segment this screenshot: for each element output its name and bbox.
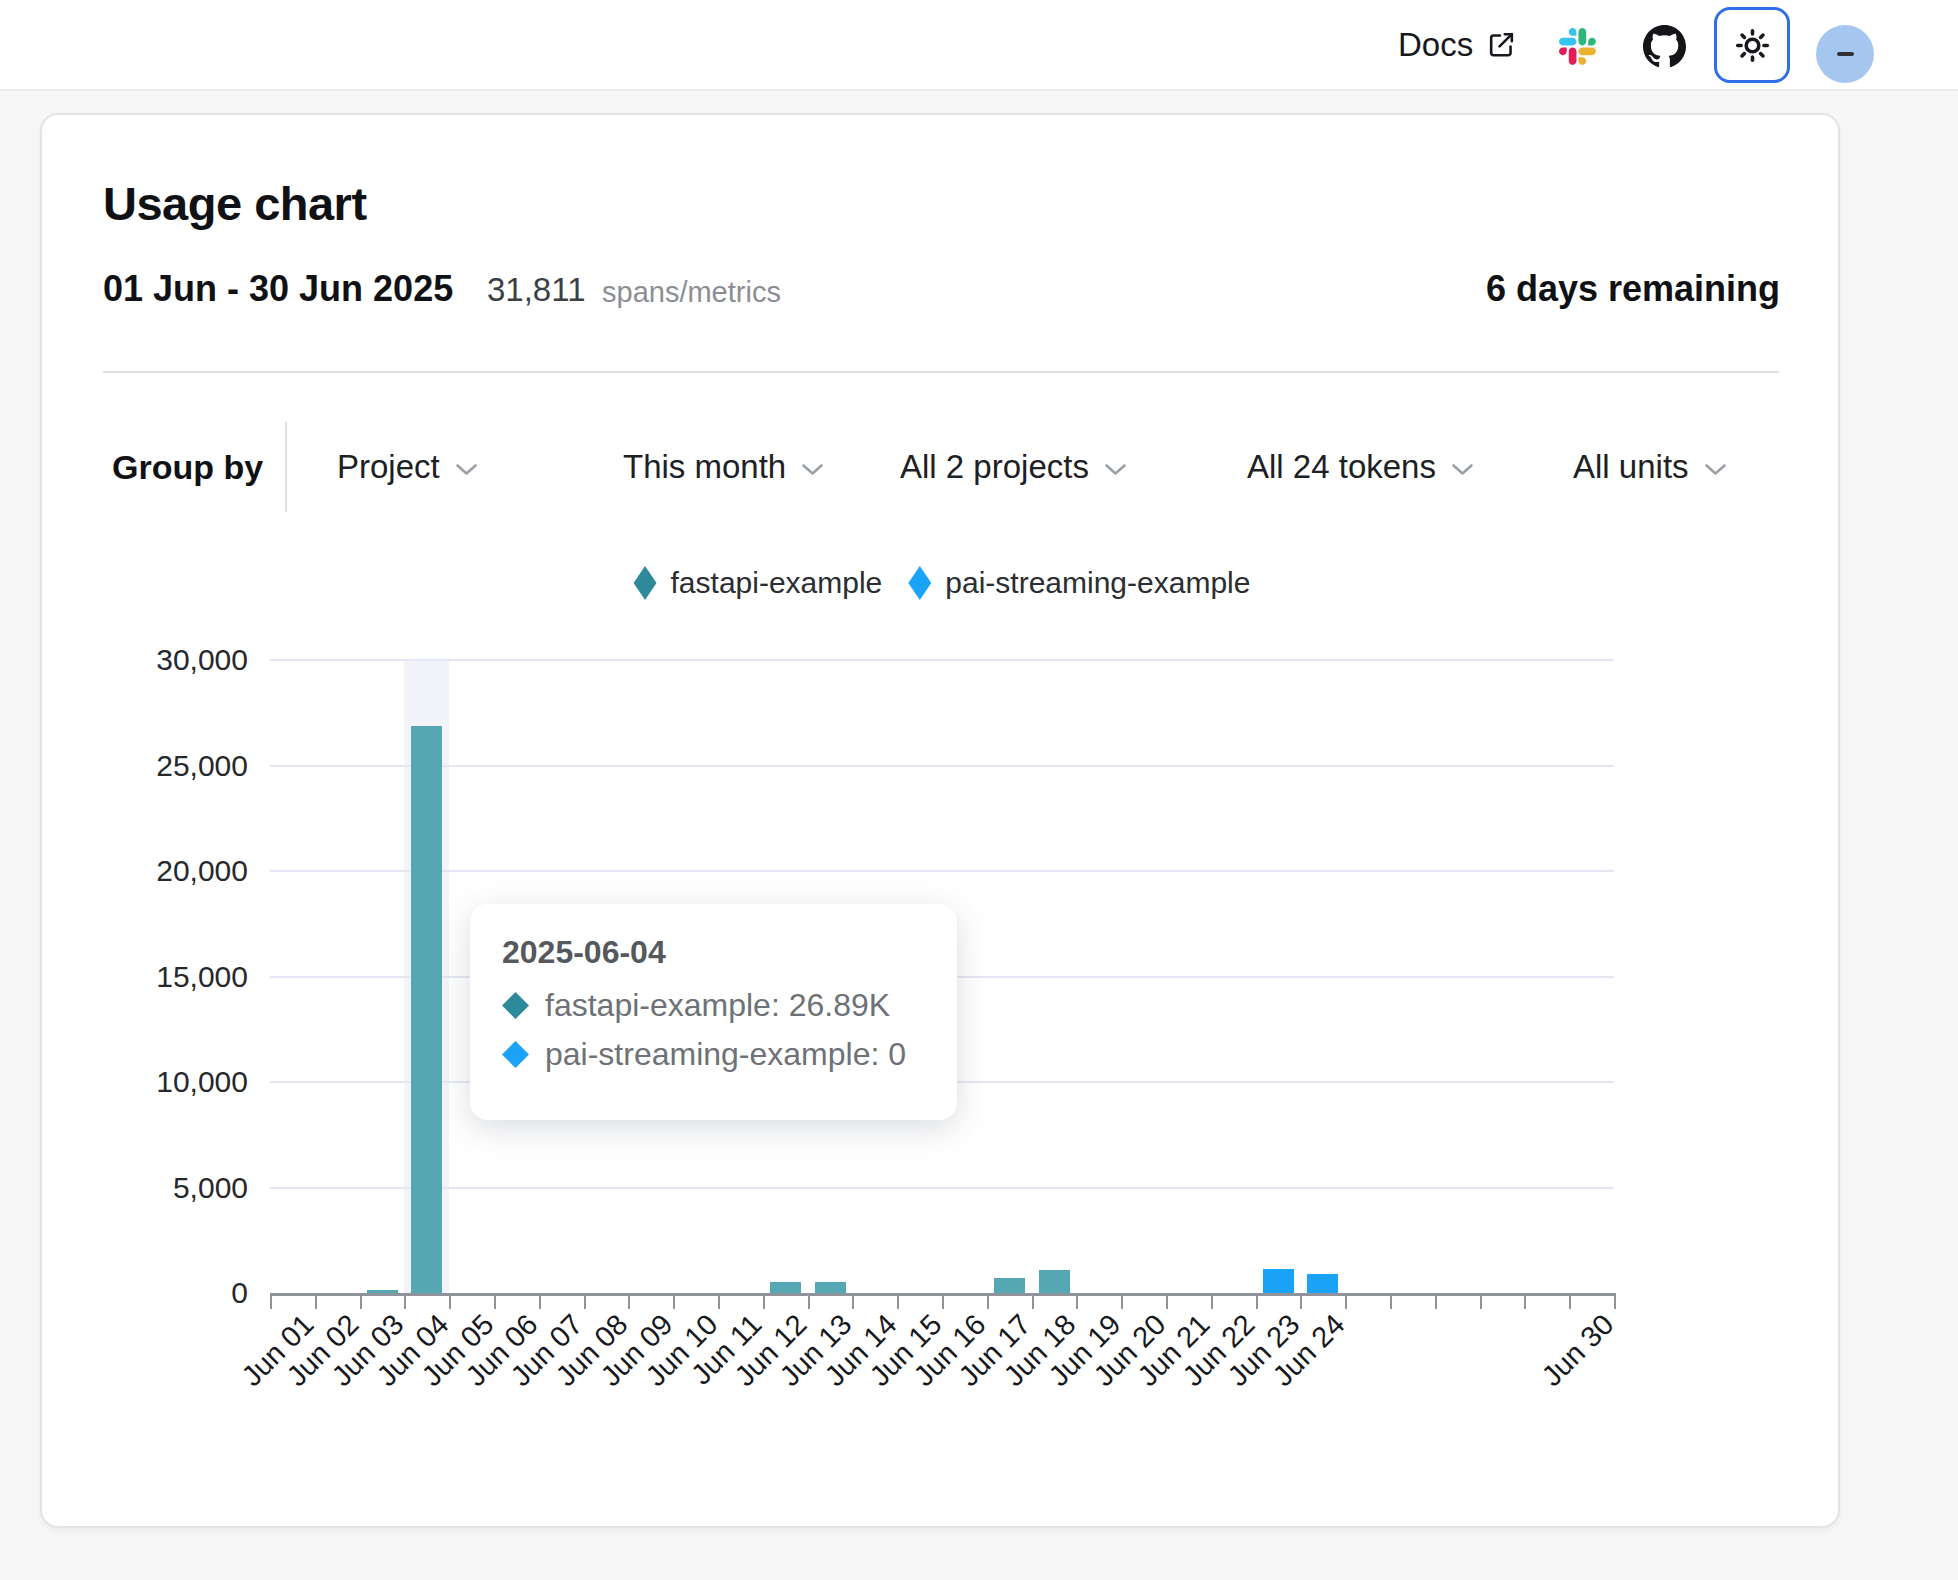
avatar-dash — [1837, 52, 1854, 56]
total-unit: spans/metrics — [602, 276, 781, 309]
docs-link[interactable]: Docs — [1398, 0, 1517, 89]
chevron-down-icon — [1451, 462, 1474, 477]
tooltip-row-text: pai-streaming-example: 0 — [545, 1036, 906, 1073]
gridline — [270, 659, 1614, 661]
x-axis-tick — [673, 1296, 675, 1309]
legend-item[interactable]: pai-streaming-example — [908, 566, 1250, 600]
bar-pai-streaming-example-23[interactable] — [1263, 1269, 1294, 1293]
bar-fastapi-example-4[interactable] — [411, 726, 442, 1293]
units-filter-dropdown[interactable]: All units — [1573, 448, 1727, 486]
sun-icon — [1734, 27, 1771, 64]
diamond-icon — [634, 566, 657, 600]
x-axis-tick — [987, 1296, 989, 1309]
dropdown-label: All 2 projects — [900, 448, 1089, 486]
x-axis-tick — [1076, 1296, 1078, 1309]
x-axis-tick — [494, 1296, 496, 1309]
tooltip-row-text: fastapi-example: 26.89K — [545, 987, 890, 1024]
github-icon[interactable] — [1642, 24, 1686, 68]
diamond-icon — [908, 566, 931, 600]
days-remaining: 6 days remaining — [1486, 268, 1780, 310]
total-count: 31,811 — [487, 271, 585, 309]
x-axis-tick — [852, 1296, 854, 1309]
x-axis-tick — [1614, 1296, 1616, 1309]
x-axis-tick — [315, 1296, 317, 1309]
group-by-label: Group by — [112, 448, 263, 487]
tooltip-row: pai-streaming-example: 0 — [502, 1036, 925, 1073]
x-axis-tick — [1435, 1296, 1437, 1309]
x-axis-tick — [808, 1296, 810, 1309]
legend-label: pai-streaming-example — [945, 566, 1250, 600]
chevron-down-icon — [1704, 462, 1727, 477]
bar-fastapi-example-17[interactable] — [994, 1278, 1025, 1293]
x-axis-tick — [942, 1296, 944, 1309]
x-axis-tick — [539, 1296, 541, 1309]
page: Docs — [0, 0, 1958, 1580]
bar-pai-streaming-example-24[interactable] — [1307, 1274, 1338, 1293]
y-axis-label: 30,000 — [118, 643, 248, 677]
y-axis-label: 0 — [118, 1276, 248, 1310]
x-axis-tick — [763, 1296, 765, 1309]
x-axis-tick — [360, 1296, 362, 1309]
top-nav: Docs — [0, 0, 1958, 91]
x-axis-tick — [270, 1296, 272, 1309]
projects-filter-dropdown[interactable]: All 2 projects — [900, 448, 1127, 486]
gridline — [270, 765, 1614, 767]
dropdown-label: All units — [1573, 448, 1689, 486]
legend-item[interactable]: fastapi-example — [634, 566, 883, 600]
x-axis-tick — [1211, 1296, 1213, 1309]
x-axis-tick — [1300, 1296, 1302, 1309]
x-axis-tick — [404, 1296, 406, 1309]
date-range: 01 Jun - 30 Jun 2025 — [103, 268, 453, 310]
chevron-down-icon — [1104, 462, 1127, 477]
gridline — [270, 870, 1614, 872]
divider — [103, 371, 1779, 373]
chevron-down-icon — [801, 462, 824, 477]
x-axis-tick — [897, 1296, 899, 1309]
diamond-icon — [502, 992, 529, 1019]
x-axis-tick — [1345, 1296, 1347, 1309]
x-axis-tick — [1166, 1296, 1168, 1309]
y-axis-label: 15,000 — [118, 960, 248, 994]
dropdown-label: All 24 tokens — [1247, 448, 1436, 486]
time-range-dropdown[interactable]: This month — [623, 448, 824, 486]
legend-label: fastapi-example — [671, 566, 883, 600]
group-by-project-dropdown[interactable]: Project — [337, 448, 478, 486]
bar-fastapi-example-18[interactable] — [1039, 1270, 1070, 1293]
usage-card — [40, 113, 1840, 1528]
x-axis-tick — [1569, 1296, 1571, 1309]
y-axis-label: 5,000 — [118, 1171, 248, 1205]
x-axis-tick — [628, 1296, 630, 1309]
bar-fastapi-example-13[interactable] — [815, 1282, 846, 1293]
y-axis-label: 10,000 — [118, 1065, 248, 1099]
x-axis-tick — [584, 1296, 586, 1309]
tooltip-date: 2025-06-04 — [502, 934, 925, 971]
y-axis-label: 20,000 — [118, 854, 248, 888]
chart-legend: fastapi-example pai-streaming-example — [270, 566, 1614, 600]
y-axis-label: 25,000 — [118, 749, 248, 783]
dropdown-label: Project — [337, 448, 440, 486]
page-title: Usage chart — [103, 176, 367, 231]
diamond-icon — [502, 1041, 529, 1068]
x-axis-tick — [1121, 1296, 1123, 1309]
filter-divider — [285, 422, 287, 512]
x-axis-tick — [1032, 1296, 1034, 1309]
avatar[interactable] — [1816, 25, 1874, 83]
tooltip-row: fastapi-example: 26.89K — [502, 987, 925, 1024]
x-axis-tick — [1524, 1296, 1526, 1309]
chart-tooltip: 2025-06-04 fastapi-example: 26.89K pai-st… — [470, 904, 957, 1120]
x-axis-tick — [1390, 1296, 1392, 1309]
tokens-filter-dropdown[interactable]: All 24 tokens — [1247, 448, 1474, 486]
chevron-down-icon — [455, 462, 478, 477]
x-axis-tick — [718, 1296, 720, 1309]
x-axis-tick — [1256, 1296, 1258, 1309]
bar-fastapi-example-12[interactable] — [770, 1282, 801, 1293]
theme-toggle-button[interactable] — [1714, 7, 1790, 83]
x-axis-tick — [1480, 1296, 1482, 1309]
external-link-icon — [1486, 29, 1517, 60]
slack-icon[interactable] — [1558, 27, 1596, 65]
x-axis-tick — [449, 1296, 451, 1309]
gridline — [270, 1187, 1614, 1189]
docs-label: Docs — [1398, 26, 1473, 64]
dropdown-label: This month — [623, 448, 786, 486]
